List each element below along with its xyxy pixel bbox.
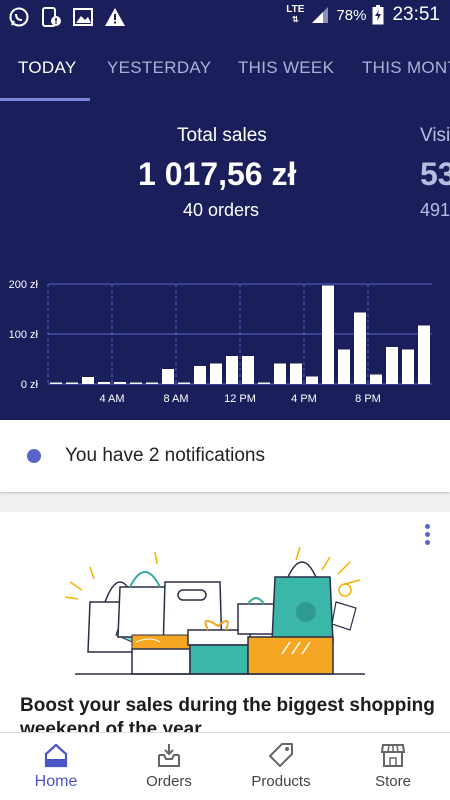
notification-dot xyxy=(27,449,41,463)
notification-text: You have 2 notifications xyxy=(65,445,266,466)
y-tick-label: 0 zł xyxy=(21,379,39,391)
chart-bar[interactable] xyxy=(98,382,110,384)
chart-bar[interactable] xyxy=(210,363,222,385)
chart-bar[interactable] xyxy=(178,382,190,385)
chart-bar[interactable] xyxy=(322,285,334,385)
y-tick-label: 200 zł xyxy=(9,279,39,291)
network-type: LTE ⇅ xyxy=(286,4,305,25)
notifications-banner[interactable]: You have 2 notifications xyxy=(0,420,450,492)
status-bar: LTE ⇅ 78% 23:51 xyxy=(0,0,450,34)
chart-bar[interactable] xyxy=(370,374,382,385)
chart-bar[interactable] xyxy=(418,325,430,385)
nav-products-label: Products xyxy=(251,773,311,790)
sales-bar-chart[interactable]: 200 zł 100 zł 0 zł 4 AM 8 AM 12 PM 4 PM 8 PM xyxy=(0,271,450,411)
home-icon xyxy=(44,743,68,768)
promo-card[interactable]: Boost your sales during the biggest shop… xyxy=(0,512,450,732)
whatsapp-icon xyxy=(9,7,29,27)
nav-orders-label: Orders xyxy=(146,773,192,790)
gallery-icon xyxy=(73,8,93,26)
x-tick-label: 12 PM xyxy=(224,393,256,405)
visitors-sub: 491 xyxy=(420,200,450,220)
orders-count: 40 orders xyxy=(183,200,260,220)
tag-icon xyxy=(269,743,293,767)
chart-bar[interactable] xyxy=(258,382,270,385)
chart-bar[interactable] xyxy=(402,349,414,385)
x-tick-label: 8 AM xyxy=(163,393,188,405)
nav-store[interactable]: Store xyxy=(360,733,426,800)
nav-home[interactable]: Home xyxy=(20,733,92,800)
chart-bar[interactable] xyxy=(66,382,78,385)
orders-inbox-icon xyxy=(158,744,180,767)
battery-percent: 78% xyxy=(336,6,367,24)
store-icon xyxy=(380,744,406,767)
chart-bar[interactable] xyxy=(130,382,142,385)
chart-bar[interactable] xyxy=(242,356,254,384)
visitors-value: 53 xyxy=(420,156,450,192)
stats-panel: Total sales 1 017,56 zł 40 orders Visi 5… xyxy=(0,101,450,420)
x-tick-label: 8 PM xyxy=(355,393,381,405)
y-tick-label: 100 zł xyxy=(9,329,39,341)
clock: 23:51 xyxy=(392,4,440,25)
nav-orders[interactable]: Orders xyxy=(130,733,208,800)
period-tabs: TODAY YESTERDAY THIS WEEK THIS MONT xyxy=(0,34,450,101)
chart-bar[interactable] xyxy=(50,382,62,385)
x-tick-label: 4 PM xyxy=(291,393,317,405)
warning-icon xyxy=(105,8,125,26)
total-sales-value: 1 017,56 zł xyxy=(138,156,297,192)
bottom-navigation: Home Orders Products Store xyxy=(0,732,450,800)
chart-bar[interactable] xyxy=(386,347,398,384)
x-tick-label: 4 AM xyxy=(99,393,124,405)
tab-this-month[interactable]: THIS MONT xyxy=(362,58,450,78)
nav-products[interactable]: Products xyxy=(240,733,322,800)
nav-store-label: Store xyxy=(375,773,411,790)
chart-bar[interactable] xyxy=(162,369,174,384)
chart-bar[interactable] xyxy=(194,366,206,384)
notification-icons xyxy=(8,6,126,28)
phone-alert-icon xyxy=(42,7,61,27)
chart-bar[interactable] xyxy=(354,312,366,385)
chart-bar[interactable] xyxy=(306,376,318,385)
chart-bar[interactable] xyxy=(114,382,126,384)
chart-bar[interactable] xyxy=(82,377,94,384)
chart-bar[interactable] xyxy=(274,363,286,385)
tab-today[interactable]: TODAY xyxy=(18,58,77,78)
tab-this-week[interactable]: THIS WEEK xyxy=(238,58,334,78)
chart-bar[interactable] xyxy=(146,382,158,385)
promo-title: Boost your sales during the biggest shop… xyxy=(20,695,435,732)
visitors-label: Visi xyxy=(420,125,450,146)
shopping-bags-illustration xyxy=(64,546,365,675)
chart-bar[interactable] xyxy=(226,356,238,384)
chart-bar[interactable] xyxy=(290,363,302,385)
chart-bar[interactable] xyxy=(338,349,350,385)
total-sales-label: Total sales xyxy=(177,125,267,146)
more-vertical-icon[interactable] xyxy=(422,524,432,546)
battery-charging-icon xyxy=(372,5,384,25)
nav-home-label: Home xyxy=(34,773,78,790)
signal-icon xyxy=(312,7,329,23)
tab-yesterday[interactable]: YESTERDAY xyxy=(107,58,211,78)
